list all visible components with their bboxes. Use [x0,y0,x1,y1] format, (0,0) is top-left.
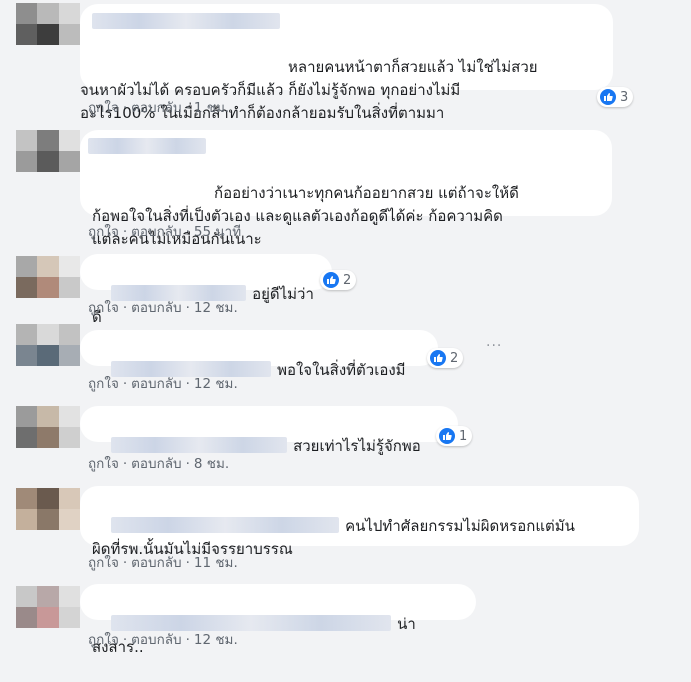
avatar[interactable] [16,3,80,45]
comment-bubble: คนไปทำศัลยกรรมไม่ผิดหรอกแต่มัน ผิดที่รพ.… [80,486,639,558]
like-link[interactable]: ถูกใจ [88,555,119,571]
more-options-icon[interactable]: ··· [486,338,502,354]
reply-link[interactable]: ตอบกลับ [131,300,181,316]
reaction-number: 2 [343,272,352,288]
thumbs-up-icon [439,428,455,444]
comment-bubble: น่าสงสาร.. [80,584,476,656]
avatar[interactable] [16,406,80,448]
reaction-count[interactable]: 1 [436,426,473,446]
timestamp[interactable]: 12 ชม. [194,632,238,648]
reply-link[interactable]: ตอบกลับ [131,555,181,571]
comment-actions: ถูกใจ · ตอบกลับ · 55 นาที [88,224,242,240]
timestamp[interactable]: 12 ชม. [194,376,238,392]
avatar[interactable] [16,256,80,298]
commenter-name-blurred[interactable] [111,437,288,453]
commenter-name-blurred[interactable] [92,13,280,29]
commenter-name-blurred[interactable] [111,517,340,533]
reply-link[interactable]: ตอบกลับ [131,376,181,392]
commenter-name-blurred[interactable] [88,138,206,154]
reply-link[interactable]: ตอบกลับ [131,456,181,472]
comment-bubble: อยู่ดีไม่ว่าดี [80,254,332,326]
reaction-number: 3 [620,89,629,105]
timestamp[interactable]: 12 ชม. [194,300,238,316]
like-link[interactable]: ถูกใจ [88,224,119,240]
comment: คนไปทำศัลยกรรมไม่ผิดหรอกแต่มัน ผิดที่รพ.… [0,476,691,574]
timestamp[interactable]: 55 นาที [194,224,241,240]
timestamp[interactable]: 8 ชม. [194,456,229,472]
reaction-number: 1 [459,428,468,444]
comment-actions: ถูกใจ · ตอบกลับ · 8 ชม. [88,456,230,472]
like-link[interactable]: ถูกใจ [88,300,119,316]
avatar[interactable] [16,324,80,366]
comment: หลายคนหน้าตาก็สวยแล้ว ไม่ใช่ไม่สวย จนหาผ… [0,0,691,125]
comment-actions: ถูกใจ · ตอบกลับ · 12 ชม. [88,300,238,316]
comment: อยู่ดีไม่ว่าดี 2 ถูกใจ · ตอบกลับ · 12 ชม. [0,244,691,326]
reaction-count[interactable]: 2 [320,270,357,290]
like-link[interactable]: ถูกใจ [88,456,119,472]
comment-actions: ถูกใจ · ตอบกลับ · 1 ชม. [88,100,230,116]
comment: สวยเท่าไรไม่รู้จักพอ 1 ถูกใจ · ตอบกลับ · 8 ช… [0,396,691,476]
reply-link[interactable]: ตอบกลับ [131,632,181,648]
comment-bubble: หลายคนหน้าตาก็สวยแล้ว ไม่ใช่ไม่สวย จนหาผ… [80,4,613,122]
comment: น่าสงสาร.. ถูกใจ · ตอบกลับ · 12 ชม. [0,574,691,656]
like-link[interactable]: ถูกใจ [88,376,119,392]
avatar[interactable] [16,488,80,530]
avatar[interactable] [16,586,80,628]
timestamp[interactable]: 11 ชม. [194,555,238,571]
comment-actions: ถูกใจ · ตอบกลับ · 11 ชม. [88,555,238,571]
thumbs-up-icon [430,350,446,366]
thumbs-up-icon [600,89,616,105]
comment-bubble: ก้ออย่างว่าเนาะทุกคนก้ออยากสวย แต่ถ้าจะใ… [80,130,612,248]
comment: พอใจในสิ่งที่ตัวเองมี 2 ··· ถูกใจ · ตอบกลั… [0,320,691,396]
comment-bubble: สวยเท่าไรไม่รู้จักพอ [80,406,458,455]
thumbs-up-icon [323,272,339,288]
comment-text: สวยเท่าไรไม่รู้จักพอ [293,437,421,455]
reply-link[interactable]: ตอบกลับ [131,100,181,116]
reaction-count[interactable]: 3 [597,87,634,107]
comment-actions: ถูกใจ · ตอบกลับ · 12 ชม. [88,376,238,392]
reaction-count[interactable]: 2 [427,348,464,368]
avatar[interactable] [16,130,80,172]
like-link[interactable]: ถูกใจ [88,100,119,116]
reaction-number: 2 [450,350,459,366]
comment-text: พอใจในสิ่งที่ตัวเองมี [277,361,406,379]
comment-actions: ถูกใจ · ตอบกลับ · 12 ชม. [88,632,238,648]
reply-link[interactable]: ตอบกลับ [131,224,181,240]
comment-bubble: พอใจในสิ่งที่ตัวเองมี [80,330,438,379]
comment: ก้ออย่างว่าเนาะทุกคนก้ออยากสวย แต่ถ้าจะใ… [0,126,691,248]
like-link[interactable]: ถูกใจ [88,632,119,648]
timestamp[interactable]: 1 ชม. [194,100,229,116]
